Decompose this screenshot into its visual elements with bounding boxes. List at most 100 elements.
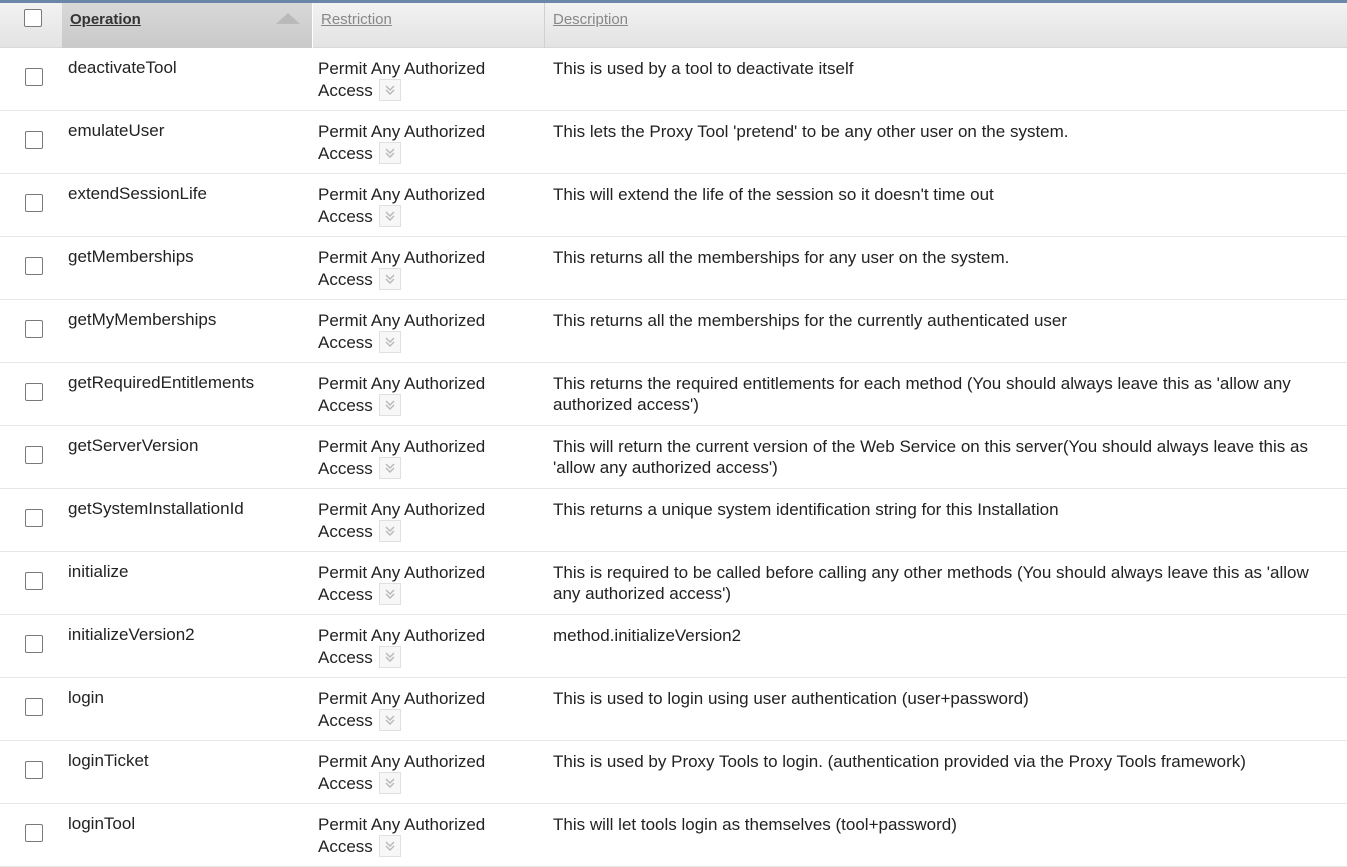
restriction-select[interactable]: Permit Any Authorized Access bbox=[318, 499, 544, 542]
restriction-value-line1: Permit Any Authorized bbox=[318, 689, 486, 708]
dropdown-chevron-icon[interactable] bbox=[378, 142, 401, 164]
restriction-value-line2: Access bbox=[318, 837, 373, 856]
operation-name: initializeVersion2 bbox=[68, 625, 195, 644]
operation-name: loginTicket bbox=[68, 751, 149, 770]
column-header-description[interactable]: Description bbox=[544, 3, 1347, 48]
operation-description: This is used to login using user authent… bbox=[553, 689, 1029, 708]
restriction-select[interactable]: Permit Any Authorized Access bbox=[318, 751, 544, 794]
table-row: getRequiredEntitlements Permit Any Author… bbox=[0, 363, 1347, 426]
row-checkbox[interactable] bbox=[25, 698, 43, 716]
row-checkbox[interactable] bbox=[25, 194, 43, 212]
select-all-cell bbox=[0, 3, 62, 48]
operation-description: method.initializeVersion2 bbox=[553, 626, 742, 645]
restriction-value-line2: Access bbox=[318, 459, 373, 478]
operation-name: getRequiredEntitlements bbox=[68, 373, 255, 392]
operation-description: This returns all the memberships for any… bbox=[553, 248, 1010, 267]
restriction-select[interactable]: Permit Any Authorized Access bbox=[318, 436, 544, 479]
column-header-operation[interactable]: Operation bbox=[62, 3, 312, 48]
restriction-value-line2: Access bbox=[318, 396, 373, 415]
table-row: loginTool Permit Any Authorized Access This… bbox=[0, 804, 1347, 867]
column-header-restriction-label: Restriction bbox=[321, 11, 392, 28]
restriction-select[interactable]: Permit Any Authorized Access bbox=[318, 121, 544, 164]
table-row: initializeVersion2 Permit Any Authorized A… bbox=[0, 615, 1347, 678]
row-checkbox[interactable] bbox=[25, 68, 43, 86]
restriction-select[interactable]: Permit Any Authorized Access bbox=[318, 814, 544, 857]
table-row: initialize Permit Any Authorized Access Thi… bbox=[0, 552, 1347, 615]
restriction-value-line1: Permit Any Authorized bbox=[318, 815, 486, 834]
operation-description: This will let tools login as themselves … bbox=[553, 815, 957, 834]
dropdown-chevron-icon[interactable] bbox=[378, 835, 401, 857]
table-header: Operation Restriction Description bbox=[0, 0, 1347, 48]
restriction-select[interactable]: Permit Any Authorized Access bbox=[318, 562, 544, 605]
operation-description: This returns all the memberships for the… bbox=[553, 311, 1068, 330]
select-all-checkbox[interactable] bbox=[24, 9, 42, 27]
row-checkbox[interactable] bbox=[25, 761, 43, 779]
restriction-value-line1: Permit Any Authorized bbox=[318, 374, 486, 393]
table-row: login Permit Any Authorized Access This is … bbox=[0, 678, 1347, 741]
row-checkbox[interactable] bbox=[25, 509, 43, 527]
restriction-value-line2: Access bbox=[318, 585, 373, 604]
restriction-value-line1: Permit Any Authorized bbox=[318, 752, 486, 771]
restriction-select[interactable]: Permit Any Authorized Access bbox=[318, 184, 544, 227]
restriction-value-line1: Permit Any Authorized bbox=[318, 437, 486, 456]
dropdown-chevron-icon[interactable] bbox=[378, 205, 401, 227]
dropdown-chevron-icon[interactable] bbox=[378, 394, 401, 416]
operation-name: getServerVersion bbox=[68, 436, 199, 455]
operation-description: This returns a unique system identificat… bbox=[553, 500, 1059, 519]
row-checkbox[interactable] bbox=[25, 824, 43, 842]
row-checkbox[interactable] bbox=[25, 446, 43, 464]
restriction-value-line1: Permit Any Authorized bbox=[318, 59, 486, 78]
operation-description: This will extend the life of the session… bbox=[553, 185, 994, 204]
dropdown-chevron-icon[interactable] bbox=[378, 646, 401, 668]
restriction-select[interactable]: Permit Any Authorized Access bbox=[318, 247, 544, 290]
row-checkbox[interactable] bbox=[25, 320, 43, 338]
operation-name: login bbox=[68, 688, 104, 707]
operation-name: getMemberships bbox=[68, 247, 194, 266]
restriction-select[interactable]: Permit Any Authorized Access bbox=[318, 688, 544, 731]
restriction-value-line1: Permit Any Authorized bbox=[318, 185, 486, 204]
restriction-value-line2: Access bbox=[318, 81, 373, 100]
operation-description: This returns the required entitlements f… bbox=[553, 374, 1291, 414]
operation-description: This is required to be called before cal… bbox=[553, 563, 1309, 603]
restriction-value-line2: Access bbox=[318, 333, 373, 352]
dropdown-chevron-icon[interactable] bbox=[378, 268, 401, 290]
restriction-select[interactable]: Permit Any Authorized Access bbox=[318, 373, 544, 416]
restriction-value-line2: Access bbox=[318, 207, 373, 226]
dropdown-chevron-icon[interactable] bbox=[378, 457, 401, 479]
table-row: getSystemInstallationId Permit Any Author… bbox=[0, 489, 1347, 552]
operation-description: This lets the Proxy Tool 'pretend' to be… bbox=[553, 122, 1069, 141]
row-checkbox[interactable] bbox=[25, 383, 43, 401]
table-body: deactivateTool Permit Any Authorized Acces… bbox=[0, 48, 1347, 867]
operation-name: loginTool bbox=[68, 814, 136, 833]
sort-ascending-icon bbox=[276, 13, 300, 24]
dropdown-chevron-icon[interactable] bbox=[378, 709, 401, 731]
table-row: loginTicket Permit Any Authorized Access Th… bbox=[0, 741, 1347, 804]
restriction-select[interactable]: Permit Any Authorized Access bbox=[318, 625, 544, 668]
dropdown-chevron-icon[interactable] bbox=[378, 331, 401, 353]
restriction-value-line1: Permit Any Authorized bbox=[318, 563, 486, 582]
dropdown-chevron-icon[interactable] bbox=[378, 79, 401, 101]
restriction-value-line1: Permit Any Authorized bbox=[318, 500, 486, 519]
operation-description: This is used by a tool to deactivate its… bbox=[553, 59, 854, 78]
row-checkbox[interactable] bbox=[25, 635, 43, 653]
restriction-value-line2: Access bbox=[318, 774, 373, 793]
dropdown-chevron-icon[interactable] bbox=[378, 772, 401, 794]
column-header-restriction[interactable]: Restriction bbox=[312, 3, 544, 48]
row-checkbox[interactable] bbox=[25, 572, 43, 590]
table-row: deactivateTool Permit Any Authorized Acces… bbox=[0, 48, 1347, 111]
restriction-select[interactable]: Permit Any Authorized Access bbox=[318, 58, 544, 101]
table-row: emulateUser Permit Any Authorized Access Th… bbox=[0, 111, 1347, 174]
operation-name: getMyMemberships bbox=[68, 310, 217, 329]
table-row: getMyMemberships Permit Any Authorized Acc… bbox=[0, 300, 1347, 363]
row-checkbox[interactable] bbox=[25, 131, 43, 149]
dropdown-chevron-icon[interactable] bbox=[378, 583, 401, 605]
column-header-description-label: Description bbox=[553, 11, 629, 28]
restriction-value-line2: Access bbox=[318, 522, 373, 541]
restriction-value-line2: Access bbox=[318, 144, 373, 163]
row-checkbox[interactable] bbox=[25, 257, 43, 275]
restriction-select[interactable]: Permit Any Authorized Access bbox=[318, 310, 544, 353]
operation-description: This is used by Proxy Tools to login. (a… bbox=[553, 752, 1246, 771]
operation-description: This will return the current version of … bbox=[553, 437, 1308, 477]
table-row: getServerVersion Permit Any Authorized Acc… bbox=[0, 426, 1347, 489]
dropdown-chevron-icon[interactable] bbox=[378, 520, 401, 542]
